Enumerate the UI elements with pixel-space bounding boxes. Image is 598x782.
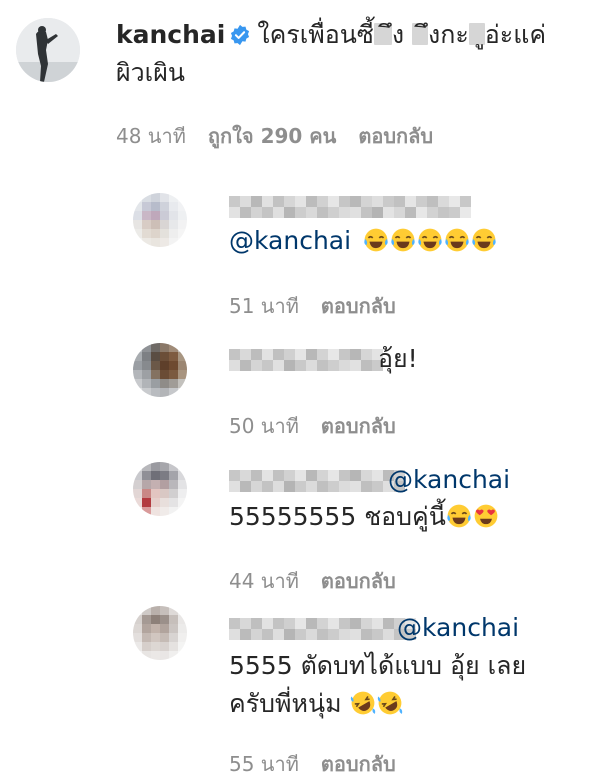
reply-button[interactable]: ตอบกลับ bbox=[321, 569, 396, 593]
reply-username-censored[interactable] bbox=[229, 618, 416, 640]
reply-button[interactable]: ตอบกลับ bbox=[321, 752, 396, 776]
pixelated-avatar bbox=[133, 462, 187, 516]
comments-section: kanchai ใครเพื่อนซี้ึง ึงกะูอ่ะแค่ ผิวเผ… bbox=[0, 0, 598, 782]
main-comment: kanchai ใครเพื่อนซี้ึง ึงกะูอ่ะแค่ ผิวเผ… bbox=[116, 16, 586, 92]
mention-link[interactable]: @kanchai bbox=[229, 226, 351, 255]
reply-comment-line2: ครับพี่หนุ่ม bbox=[229, 685, 404, 723]
face-with-tears-of-joy-emoji bbox=[447, 504, 471, 528]
comment-text-part2: ึง bbox=[391, 20, 405, 49]
reply-meta: 51 นาที ตอบกลับ bbox=[229, 290, 418, 322]
censored-text bbox=[412, 23, 428, 45]
emoji-group bbox=[363, 226, 498, 255]
face-with-tears-of-joy-emoji bbox=[364, 228, 388, 252]
reply-avatar[interactable] bbox=[133, 343, 187, 397]
reply-button[interactable]: ตอบกลับ bbox=[358, 124, 433, 148]
reply-time: 50 นาที bbox=[229, 414, 299, 438]
reply-avatar[interactable] bbox=[133, 193, 187, 247]
reply-text: 55555555 ชอบคู่นี้ bbox=[229, 502, 446, 531]
mention-link[interactable]: @kanchai bbox=[388, 465, 510, 494]
comment-text-line2: ผิวเผิน bbox=[116, 58, 185, 87]
comment-text-part3: ึงกะ bbox=[428, 20, 469, 49]
mention-link[interactable]: @kanchai bbox=[397, 613, 519, 642]
comment-text-part1: ใครเพื่อนซี้ bbox=[257, 20, 374, 49]
reply-username-censored[interactable] bbox=[229, 470, 405, 492]
pixelated-avatar bbox=[133, 193, 187, 247]
reply-meta: 50 นาที ตอบกลับ bbox=[229, 410, 418, 442]
smiling-face-with-heart-eyes-emoji bbox=[474, 504, 498, 528]
reply-time: 51 นาที bbox=[229, 294, 299, 318]
verified-badge-icon bbox=[231, 24, 250, 46]
reply-text-line1: 5555 ตัดบทได้แบบ อุ้ย เลย bbox=[229, 651, 527, 680]
author-avatar[interactable] bbox=[16, 18, 80, 82]
censored-text bbox=[373, 23, 392, 45]
reply-username-censored[interactable] bbox=[229, 349, 383, 371]
reply-mention-line: @kanchai bbox=[388, 461, 510, 499]
reply-comment: 5555 ตัดบทได้แบบ อุ้ย เลย bbox=[229, 647, 526, 685]
reply-comment: 55555555 ชอบคู่นี้ bbox=[229, 498, 500, 536]
reply-avatar[interactable] bbox=[133, 462, 187, 516]
reply-avatar[interactable] bbox=[133, 606, 187, 660]
reply-meta: 55 นาที ตอบกลับ bbox=[229, 748, 418, 780]
author-username[interactable]: kanchai bbox=[116, 20, 225, 49]
rolling-on-the-floor-laughing-emoji bbox=[350, 691, 375, 715]
face-with-tears-of-joy-emoji bbox=[391, 228, 415, 252]
comment-time: 48 นาที bbox=[116, 124, 186, 148]
rolling-on-the-floor-laughing-emoji bbox=[377, 691, 402, 715]
face-with-tears-of-joy-emoji bbox=[472, 228, 496, 252]
reply-comment: @kanchai bbox=[229, 222, 498, 260]
like-count[interactable]: ถูกใจ 290 คน bbox=[208, 124, 336, 148]
comment-text-part4: ูอ่ะแค่ bbox=[484, 20, 547, 49]
reply-button[interactable]: ตอบกลับ bbox=[321, 294, 396, 318]
reply-text-line2: ครับพี่หนุ่ม bbox=[229, 689, 342, 718]
reply-mention-line: @kanchai bbox=[397, 609, 519, 647]
avatar-photo bbox=[16, 18, 80, 82]
face-with-tears-of-joy-emoji bbox=[418, 228, 442, 252]
censored-text bbox=[468, 23, 485, 45]
reply-button[interactable]: ตอบกลับ bbox=[321, 414, 396, 438]
reply-meta: 44 นาที ตอบกลับ bbox=[229, 565, 418, 597]
pixelated-avatar bbox=[133, 343, 187, 397]
main-comment-meta: 48 นาที ถูกใจ 290 คน ตอบกลับ bbox=[116, 120, 455, 152]
reply-username-censored[interactable] bbox=[229, 196, 471, 218]
pixelated-avatar bbox=[133, 606, 187, 660]
reply-text: อุ้ย! bbox=[378, 344, 418, 373]
reply-time: 55 นาที bbox=[229, 752, 299, 776]
reply-time: 44 นาที bbox=[229, 569, 299, 593]
face-with-tears-of-joy-emoji bbox=[445, 228, 469, 252]
reply-comment: อุ้ย! bbox=[378, 340, 418, 378]
